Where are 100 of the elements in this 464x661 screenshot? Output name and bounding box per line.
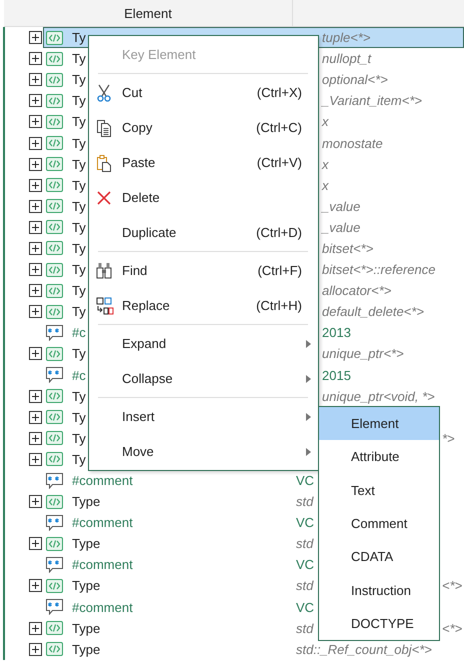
node-value: *>	[442, 430, 455, 446]
element-icon	[46, 30, 63, 45]
expand-icon[interactable]	[29, 495, 42, 508]
node-name: Ty	[72, 240, 86, 256]
node-name: Ty	[72, 283, 86, 298]
menu-item[interactable]: Cut (Ctrl+X)	[89, 75, 318, 110]
node-value: allocator<*>	[322, 283, 392, 298]
comment-icon	[46, 514, 63, 531]
selected-row[interactable]: Ty tuple<*>	[5, 27, 464, 48]
menu-label: Key Element	[121, 46, 197, 64]
menu-item[interactable]: Replace (Ctrl+H)	[89, 288, 318, 323]
element-icon	[46, 72, 63, 87]
node-name: Ty	[72, 346, 86, 362]
expand-icon[interactable]	[29, 432, 42, 445]
menu-item[interactable]: Instruction	[319, 573, 439, 607]
element-icon	[46, 178, 63, 192]
node-value: nullopt_t	[322, 51, 372, 66]
node-value: _Variant_item<*>	[322, 93, 422, 108]
element-icon	[46, 346, 63, 361]
node-name: Ty	[72, 430, 86, 446]
expand-icon[interactable]	[29, 347, 42, 360]
node-value: x	[322, 156, 328, 172]
menu-item[interactable]: Expand	[89, 326, 318, 361]
expand-icon[interactable]	[29, 158, 42, 171]
node-value: std	[296, 536, 314, 552]
node-name: Ty	[72, 178, 86, 193]
expand-icon[interactable]	[29, 220, 42, 234]
menu-item[interactable]: Copy (Ctrl+C)	[89, 110, 318, 145]
menu-item[interactable]: Element	[319, 407, 439, 440]
menu-item[interactable]: Collapse	[89, 361, 318, 396]
comment-icon	[46, 324, 63, 341]
expand-icon[interactable]	[29, 642, 42, 656]
expand-icon[interactable]	[29, 452, 42, 466]
node-name: Ty	[72, 156, 86, 172]
expand-icon[interactable]	[29, 52, 42, 66]
element-icon	[46, 452, 63, 466]
element-icon	[46, 536, 63, 551]
node-name: #c	[72, 325, 86, 340]
menu-item[interactable]: Delete	[89, 180, 318, 215]
menu-item[interactable]: Attribute	[319, 440, 439, 474]
menu-item[interactable]: Text	[319, 474, 439, 507]
replace-icon	[96, 296, 114, 314]
expand-icon[interactable]	[29, 115, 42, 128]
node-value: unique_ptr<void, *>	[322, 388, 435, 404]
expand-icon[interactable]	[29, 284, 42, 298]
node-value: VC	[296, 557, 314, 572]
submenu-arrow-icon	[306, 374, 311, 382]
node-name: Ty	[72, 262, 86, 278]
expand-icon[interactable]	[29, 537, 42, 550]
node-value: tuple<*>	[322, 30, 370, 46]
expand-icon[interactable]	[29, 390, 42, 403]
node-value: _value	[322, 198, 360, 214]
element-icon	[46, 621, 63, 636]
element-icon	[46, 431, 63, 446]
binoculars-icon	[96, 262, 112, 279]
menu-item[interactable]: DOCTYPE	[319, 606, 439, 640]
element-icon	[46, 389, 63, 404]
expand-icon[interactable]	[29, 305, 42, 318]
expand-icon[interactable]	[29, 200, 42, 213]
element-icon	[46, 284, 63, 298]
scissors-icon	[96, 84, 112, 102]
expand-icon[interactable]	[29, 263, 42, 276]
element-icon	[46, 136, 63, 150]
node-name: Ty	[72, 198, 86, 214]
expand-icon[interactable]	[29, 31, 42, 44]
menu-item[interactable]: Paste (Ctrl+V)	[89, 145, 318, 180]
comment-icon	[46, 472, 63, 489]
expand-icon[interactable]	[29, 136, 42, 150]
menu-item[interactable]: Insert	[89, 399, 318, 434]
expand-icon[interactable]	[29, 242, 42, 255]
element-icon	[46, 494, 63, 509]
menu-item[interactable]: Duplicate (Ctrl+D)	[89, 215, 318, 250]
menu-item[interactable]: Comment	[319, 506, 439, 540]
node-value: unique_ptr<*>	[322, 346, 404, 362]
node-name: Ty	[72, 410, 86, 425]
expand-icon[interactable]	[29, 178, 42, 192]
menu-item[interactable]: CDATA	[319, 540, 439, 574]
node-name: Type	[72, 494, 100, 510]
element-icon	[46, 52, 63, 66]
node-value: VC	[296, 515, 314, 530]
node-name: #comment	[72, 600, 133, 615]
expand-icon[interactable]	[29, 94, 42, 108]
node-name: Ty	[72, 452, 86, 467]
expand-icon[interactable]	[29, 579, 42, 592]
menu-item[interactable]: Find (Ctrl+F)	[89, 253, 318, 288]
node-name: Type	[72, 578, 100, 594]
node-name: #comment	[72, 473, 133, 488]
node-value: <*>	[442, 578, 462, 594]
comment-icon	[46, 599, 63, 616]
node-name: #comment	[72, 557, 133, 572]
node-value: x	[322, 178, 328, 193]
node-value: std	[296, 620, 314, 636]
menu-item[interactable]: Move	[89, 434, 318, 469]
element-icon	[46, 114, 63, 129]
copy-icon	[96, 118, 112, 136]
node-value: _value	[322, 220, 360, 235]
expand-icon[interactable]	[29, 622, 42, 635]
expand-icon[interactable]	[29, 410, 42, 424]
node-value: bitset<*>	[322, 240, 374, 256]
expand-icon[interactable]	[29, 73, 42, 86]
